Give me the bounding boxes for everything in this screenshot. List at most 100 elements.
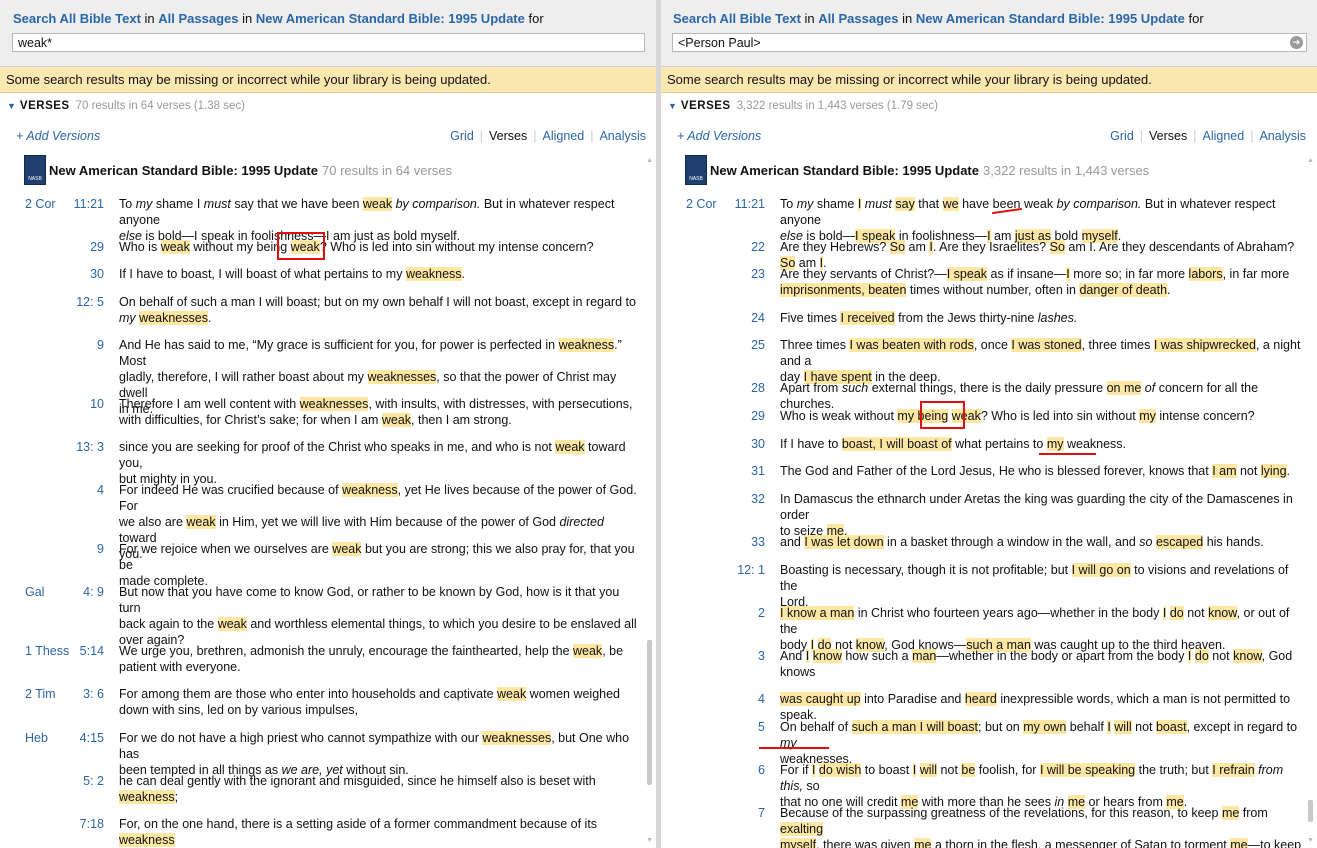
search-hit: such a man I will boast [851,720,979,734]
verse-reference-link[interactable]: 7:18 [60,816,104,832]
verse-reference-link[interactable]: 25 [721,337,765,353]
search-hit: do [1169,606,1184,620]
verse-text-segment: with difficulties, for Christ’s sake; fo… [119,413,382,427]
verse-reference-link[interactable]: 12: 1 [721,562,765,578]
verse-text-segment: For among them are those who enter into … [119,687,498,701]
view-analysis[interactable]: Analysis [1259,129,1306,143]
verse-reference-link[interactable]: 32 [721,491,765,507]
verse-text: If I have to boast, I will boast of what… [119,266,641,282]
search-type-link[interactable]: Search All Bible Text [673,11,801,26]
verse-reference-link[interactable]: 3: 6 [60,686,104,702]
verse-reference-link[interactable]: 24 [721,310,765,326]
verse-text-segment: women weighed [526,687,621,701]
search-hit: imprisonments, beaten [780,283,907,297]
verse-reference-link[interactable]: 7 [721,805,765,821]
verse-reference-link[interactable]: 12: 5 [60,294,104,310]
verse-text: To my shame I must say that we have been… [780,196,1302,244]
collapse-triangle-icon[interactable]: ▼ [668,101,677,111]
verse-reference-link[interactable]: 11:21 [60,196,104,212]
scrollbar-thumb[interactable] [1308,800,1313,822]
verses-section-header[interactable]: ▼ VERSES 70 results in 64 verses (1.38 sec… [7,100,245,112]
search-input[interactable]: <Person Paul> ➔ [672,33,1307,52]
scroll-up-icon[interactable]: ▲ [1307,157,1314,164]
view-verses[interactable]: Verses [1149,129,1187,143]
verse-reference-link[interactable]: 4: 9 [60,584,104,600]
verse-reference-link[interactable]: 13: 3 [60,439,104,455]
search-hit: weak [186,515,216,529]
book-link[interactable]: 2 Cor [25,196,56,212]
verse-reference-link[interactable]: 23 [721,266,765,282]
verse-reference-link[interactable]: 28 [721,380,765,396]
view-grid[interactable]: Grid [450,129,474,143]
verse-reference-link[interactable]: 6 [721,762,765,778]
verse-reference-link[interactable]: 10 [60,396,104,412]
scrollbar-thumb[interactable] [647,640,652,785]
verse-text-segment: The God and Father of the Lord Jesus, He… [780,464,1213,478]
go-arrow-icon[interactable]: ➔ [1290,36,1303,49]
view-verses[interactable]: Verses [489,129,527,143]
view-aligned[interactable]: Aligned [1203,129,1245,143]
book-link[interactable]: Heb [25,730,48,746]
search-input[interactable]: weak* [12,33,645,52]
verse-text-segment: , be [602,644,624,658]
book-title: New American Standard Bible: 1995 Update [710,163,979,178]
verse-reference-link[interactable]: 3 [721,648,765,664]
collapse-triangle-icon[interactable]: ▼ [7,101,16,111]
search-hit: we [942,197,959,211]
verse-reference-link[interactable]: 5 [721,719,765,735]
version-link[interactable]: New American Standard Bible: 1995 Update [256,11,525,26]
book-link[interactable]: 2 Cor [686,196,717,212]
verse-reference-link[interactable]: 29 [721,408,765,424]
passages-link[interactable]: All Passages [158,11,238,26]
version-link[interactable]: New American Standard Bible: 1995 Update [916,11,1185,26]
verse-text-segment: from [1239,806,1268,820]
view-grid[interactable]: Grid [1110,129,1134,143]
verse-text: Therefore I am well content with weaknes… [119,396,641,428]
search-scope-line: Search All Bible Text in All Passages in… [13,11,544,26]
verse-reference-link[interactable]: 33 [721,534,765,550]
scroll-up-icon[interactable]: ▲ [646,157,653,164]
passages-link[interactable]: All Passages [818,11,898,26]
library-update-warning: Some search results may be missing or in… [661,67,1317,93]
verse-reference-link[interactable]: 4 [721,691,765,707]
verse-text-segment: he can deal gently with the ignorant and… [119,774,596,788]
verse-reference-link[interactable]: 29 [60,239,104,255]
verse-text-segment: . [1167,283,1171,297]
verse-reference-link[interactable]: 4:15 [60,730,104,746]
book-link[interactable]: Gal [25,584,44,600]
verse-reference-link[interactable]: 30 [721,436,765,452]
search-hit: So [1049,240,1065,254]
verse-reference-link[interactable]: 9 [60,337,104,353]
verses-section-header[interactable]: ▼ VERSES 3,322 results in 1,443 verses (1.… [668,100,938,112]
verse-reference-link[interactable]: 4 [60,482,104,498]
verse-reference-link[interactable]: 9 [60,541,104,557]
scroll-down-icon[interactable]: ▼ [646,837,653,844]
verse-reference-link[interactable]: 11:21 [721,196,765,212]
add-versions-link[interactable]: + Add Versions [677,129,761,143]
verse-text-segment: , there was given [816,838,915,848]
verse-text-segment: times without number, often in [906,283,1080,297]
search-type-link[interactable]: Search All Bible Text [13,11,141,26]
verse-reference-link[interactable]: 5:14 [60,643,104,659]
scroll-down-icon[interactable]: ▼ [1307,837,1314,844]
verse-text-segment: Therefore I am well content with [119,397,300,411]
verse-text: On behalf of such a man I will boast; bu… [780,719,1302,767]
verse-reference-link[interactable]: 2 [721,605,765,621]
search-hit: weak [362,197,393,211]
search-hit: man [912,649,937,663]
verse-reference-link[interactable]: 22 [721,239,765,255]
book-link[interactable]: 2 Tim [25,686,56,702]
verse-text-segment: , except in regard to [1186,720,1298,734]
search-hit: will [1114,720,1132,734]
search-hit: weak [573,644,603,658]
add-versions-link[interactable]: + Add Versions [16,129,100,143]
verse-reference-link[interactable]: 30 [60,266,104,282]
search-hit: I refrain [1212,763,1255,777]
verse-text-segment: my [135,197,153,211]
verse-text-segment: —whether in the body or apart from the b… [936,649,1188,663]
view-aligned[interactable]: Aligned [543,129,585,143]
view-analysis[interactable]: Analysis [599,129,646,143]
verse-text-segment: by comparison. [1056,197,1142,211]
verse-reference-link[interactable]: 5: 2 [60,773,104,789]
verse-reference-link[interactable]: 31 [721,463,765,479]
